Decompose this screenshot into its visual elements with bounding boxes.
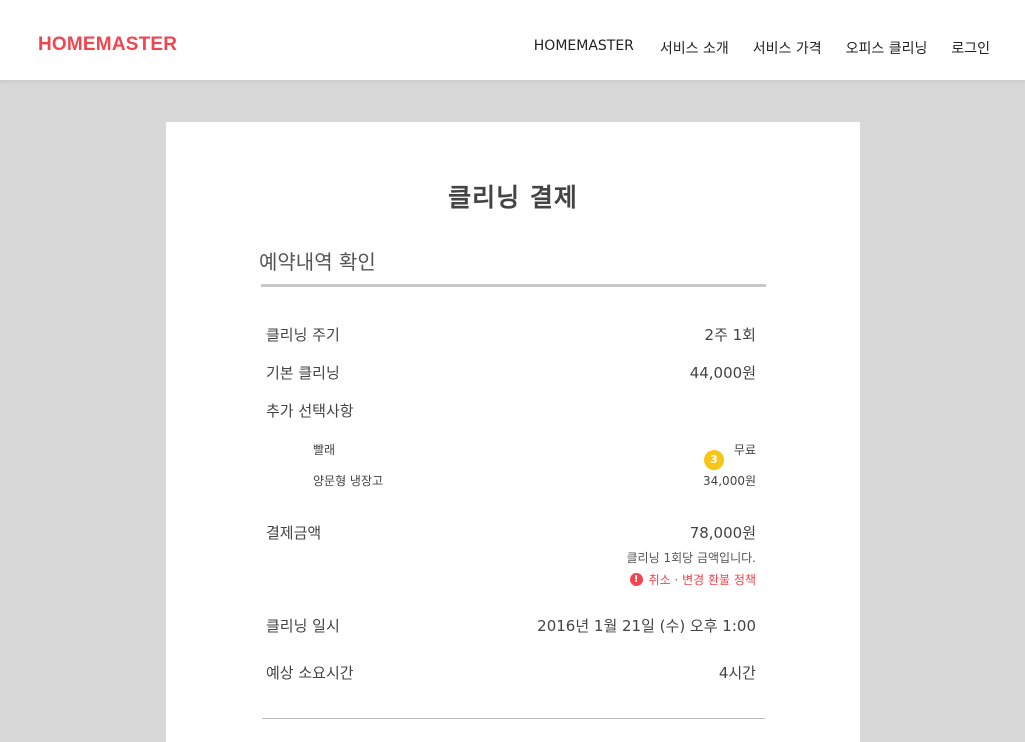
basic-cleaning-label: 기본 클리닝 — [266, 364, 340, 382]
bottom-divider — [262, 718, 765, 719]
option-label: 빨래 — [313, 443, 336, 457]
options-row: 추가 선택사항 — [266, 400, 756, 421]
main-nav: HOMEMASTER 서비스 소개 서비스 가격 오피스 클리닝 로그인 — [534, 38, 990, 58]
payment-card: 클리닝 결제 예약내역 확인 클리닝 주기 2주 1회 기본 클리닝 44,00… — [166, 122, 860, 742]
option-row: 양문형 냉장고 34,000원 — [313, 472, 756, 489]
cycle-value: 2주 1회 — [704, 326, 756, 344]
duration-value: 4시간 — [718, 664, 756, 682]
nav-item-login[interactable]: 로그인 — [951, 38, 990, 58]
total-value: 78,000원 — [689, 524, 756, 542]
basic-cleaning-value: 44,000원 — [689, 364, 756, 382]
duration-label: 예상 소요시간 — [266, 664, 354, 682]
options-label: 추가 선택사항 — [266, 402, 354, 420]
refund-policy-label[interactable]: 취소 · 변경 환불 정책 — [649, 571, 756, 588]
total-label: 결제금액 — [266, 524, 322, 542]
section-divider — [261, 284, 766, 287]
option-row: 빨래 무료 — [313, 441, 756, 458]
top-navigation-bar: HOMEMASTER HOMEMASTER 서비스 소개 서비스 가격 오피스 … — [0, 0, 1025, 81]
logo[interactable]: HOMEMASTER — [38, 34, 177, 56]
nav-item-service-price[interactable]: 서비스 가격 — [753, 38, 822, 58]
cycle-row: 클리닝 주기 2주 1회 — [266, 324, 756, 345]
total-row: 결제금액 78,000원 — [266, 522, 756, 543]
basic-cleaning-row: 기본 클리닝 44,000원 — [266, 362, 756, 383]
exclamation-circle-icon: ! — [629, 573, 643, 586]
date-row: 클리닝 일시 2016년 1월 21일 (수) 오후 1:00 — [266, 615, 756, 636]
page-title: 클리닝 결제 — [448, 183, 578, 212]
refund-policy-link[interactable]: ! 취소 · 변경 환불 정책 — [629, 571, 756, 588]
nav-item-homemaster[interactable]: HOMEMASTER — [534, 38, 634, 58]
option-label: 양문형 냉장고 — [313, 474, 384, 488]
date-label: 클리닝 일시 — [266, 617, 340, 635]
nav-item-service-intro[interactable]: 서비스 소개 — [660, 38, 729, 58]
cycle-label: 클리닝 주기 — [266, 326, 340, 344]
option-value: 34,000원 — [702, 474, 756, 488]
option-value: 무료 — [733, 443, 756, 457]
date-value: 2016년 1월 21일 (수) 오후 1:00 — [537, 617, 756, 635]
duration-row: 예상 소요시간 4시간 — [266, 662, 756, 683]
nav-item-office-cleaning[interactable]: 오피스 클리닝 — [846, 38, 928, 58]
total-note: 클리닝 1회당 금액입니다. — [626, 551, 756, 565]
notification-badge[interactable]: 3 — [704, 450, 724, 470]
section-title: 예약내역 확인 — [259, 250, 376, 274]
